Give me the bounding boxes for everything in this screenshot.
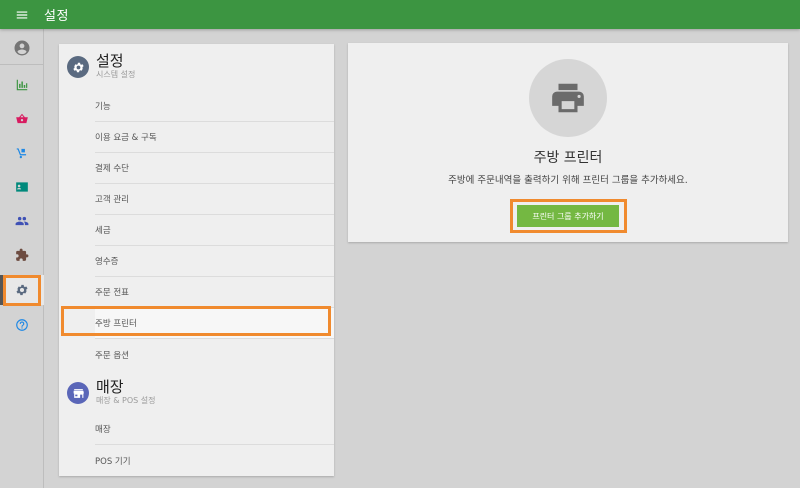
rail-help[interactable] <box>0 310 44 340</box>
store-section-title: 매장 <box>96 378 124 396</box>
settings-panel: 설정 시스템 설정 기능 이용 요금 & 구독 결제 수단 고객 관리 세금 영… <box>59 44 334 476</box>
help-circle-icon <box>16 319 28 331</box>
settings-item-payment-methods[interactable]: 결제 수단 <box>95 153 334 184</box>
settings-item-label: 기능 <box>95 102 111 112</box>
contact-card-icon <box>16 182 28 192</box>
settings-item-billing[interactable]: 이용 요금 & 구독 <box>95 122 334 153</box>
settings-item-label: 주문 전표 <box>95 288 129 298</box>
store-section-icon <box>67 382 89 404</box>
rail-sales[interactable] <box>0 104 44 134</box>
store-section-header: 매장 매장 & POS 설정 <box>59 370 334 414</box>
store-item-label: POS 기기 <box>95 456 131 467</box>
rail-account[interactable] <box>0 33 44 63</box>
rail-divider <box>0 64 44 65</box>
settings-item-features[interactable]: 기능 <box>95 91 334 122</box>
store-section-subtitle: 매장 & POS 설정 <box>96 396 156 405</box>
rail-reports[interactable] <box>0 70 44 100</box>
settings-item-label: 주문 옵션 <box>95 350 129 361</box>
empty-state-title: 주방 프린터 <box>533 150 603 166</box>
highlight-kitchen-printers <box>61 306 331 336</box>
settings-section-header: 설정 시스템 설정 <box>59 44 334 88</box>
settings-item-receipts[interactable]: 영수증 <box>95 246 334 277</box>
basket-icon <box>16 113 28 124</box>
people-icon <box>15 216 29 226</box>
gear-icon <box>72 62 84 72</box>
settings-item-label: 이용 요금 & 구독 <box>95 133 157 143</box>
rail-integrations[interactable] <box>0 240 44 270</box>
highlight-settings-rail <box>3 275 41 306</box>
puzzle-icon <box>16 248 29 261</box>
highlight-add-button <box>510 199 627 233</box>
app-bar: 설정 <box>0 0 800 29</box>
rail-customers[interactable] <box>0 172 44 202</box>
settings-section-subtitle: 시스템 설정 <box>96 70 136 79</box>
settings-item-customers[interactable]: 고객 관리 <box>95 184 334 215</box>
store-item-label: 매장 <box>95 425 111 435</box>
store-icon <box>73 388 84 398</box>
store-item-pos-devices[interactable]: POS 기기 <box>95 445 334 476</box>
rail-employees[interactable] <box>0 206 44 236</box>
settings-item-order-tickets[interactable]: 주문 전표 <box>95 277 334 308</box>
printer-icon <box>552 83 584 113</box>
settings-item-taxes[interactable]: 세금 <box>95 215 334 246</box>
settings-section-icon <box>67 56 89 78</box>
settings-item-order-options[interactable]: 주문 옵션 <box>95 339 334 370</box>
settings-item-label: 영수증 <box>95 257 119 267</box>
hand-truck-icon <box>16 148 27 159</box>
printer-avatar <box>529 59 607 137</box>
hamburger-menu-icon <box>16 11 28 18</box>
settings-item-label: 고객 관리 <box>95 195 129 205</box>
store-item-stores[interactable]: 매장 <box>95 414 334 445</box>
page-title: 설정 <box>44 9 69 24</box>
nav-rail <box>0 29 44 488</box>
menu-button[interactable] <box>0 0 44 29</box>
settings-section-title: 설정 <box>96 52 124 70</box>
settings-item-label: 결제 수단 <box>95 164 129 174</box>
account-circle-icon <box>14 40 30 56</box>
bar-chart-icon <box>16 79 28 91</box>
empty-state-description: 주방에 주문내역을 출력하기 위해 프린터 그룹을 추가하세요. <box>448 175 688 186</box>
rail-inventory[interactable] <box>0 138 44 168</box>
settings-item-label: 세금 <box>95 226 111 236</box>
